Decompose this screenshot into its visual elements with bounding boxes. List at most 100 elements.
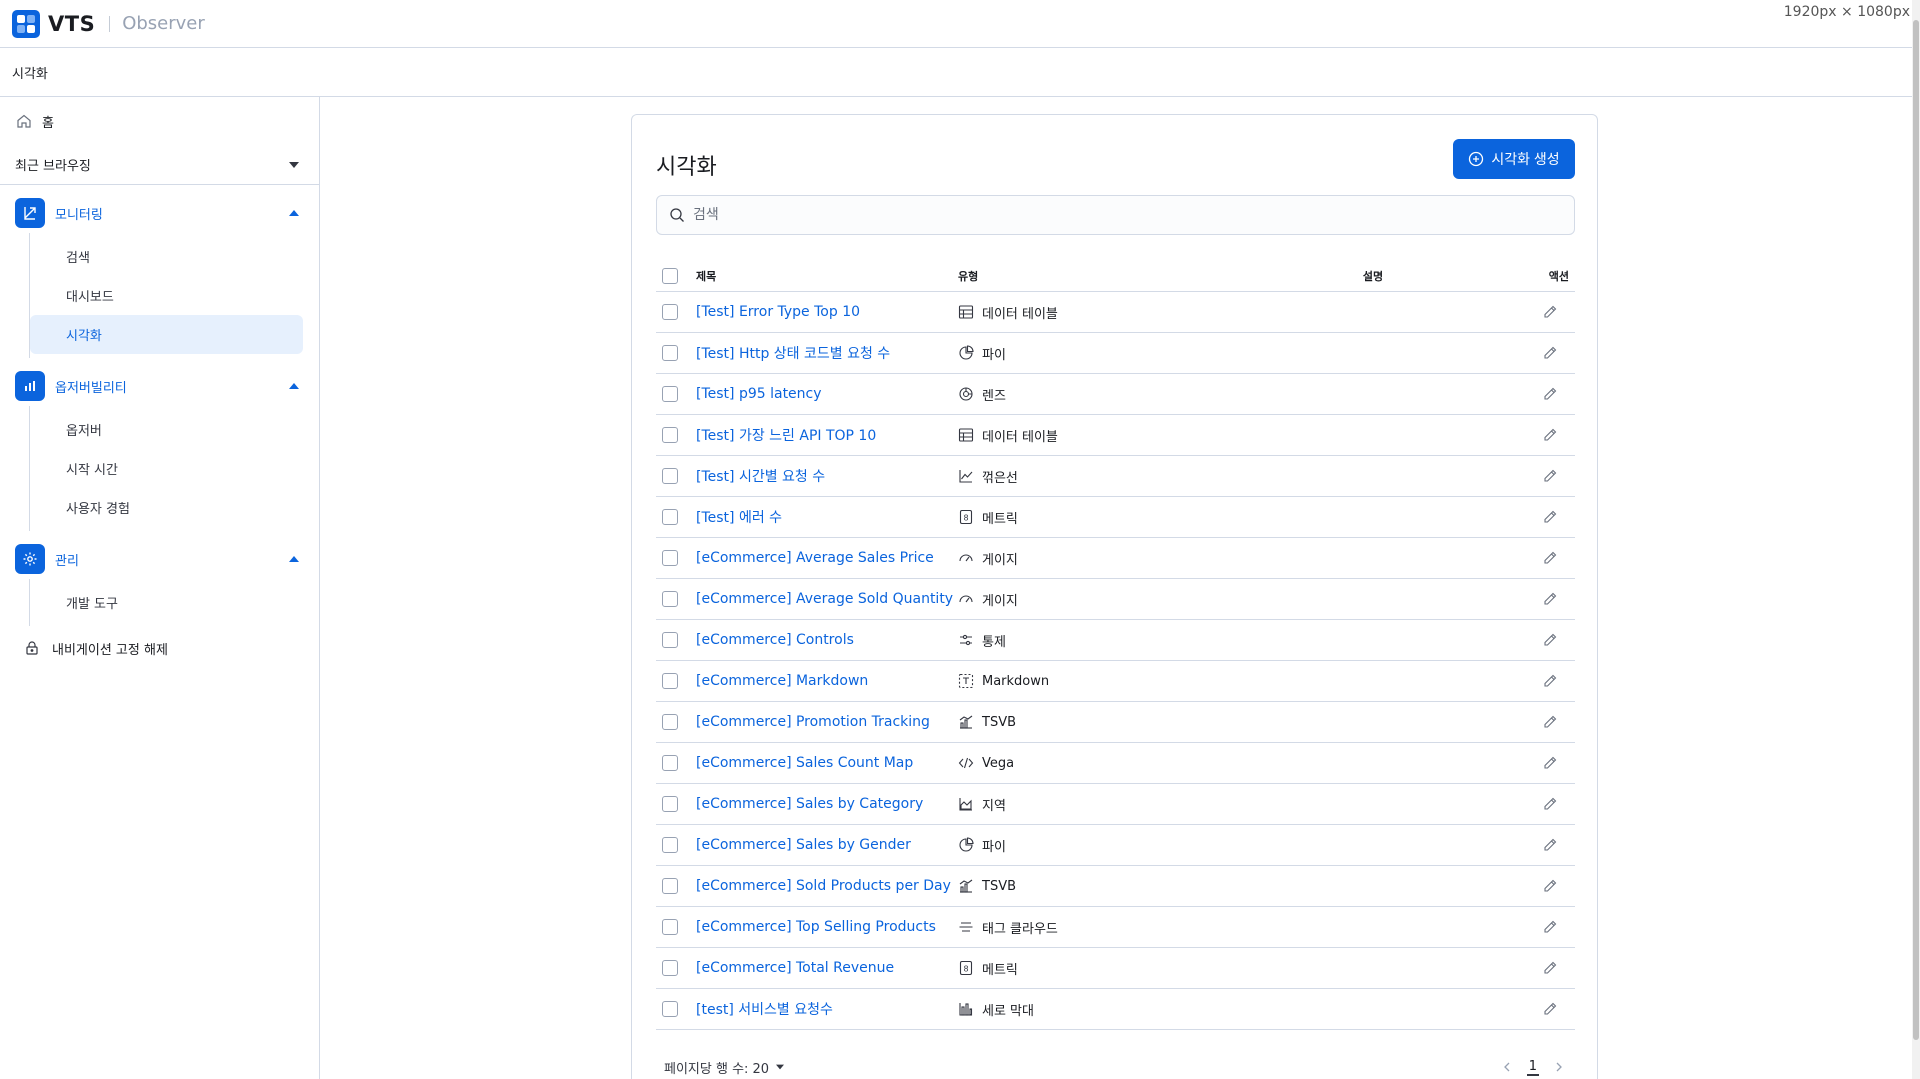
create-visualization-button[interactable]: 시각화 생성 [1453, 139, 1575, 179]
visualization-type-label: 게이지 [982, 593, 1018, 609]
row-checkbox[interactable] [662, 345, 678, 361]
sidebar-item-observer[interactable]: 옵저버 [30, 410, 303, 449]
pencil-icon[interactable] [1542, 796, 1558, 812]
search-input[interactable] [693, 207, 1553, 223]
visualization-title-link[interactable]: [test] 서비스별 요청수 [696, 1002, 833, 1018]
pencil-icon[interactable] [1542, 878, 1558, 894]
chevron-left-icon[interactable] [1501, 1061, 1513, 1073]
pencil-icon[interactable] [1542, 919, 1558, 935]
row-checkbox[interactable] [662, 427, 678, 443]
sidebar-item-dev-tools[interactable]: 개발 도구 [30, 583, 303, 622]
pencil-icon[interactable] [1542, 960, 1558, 976]
row-checkbox[interactable] [662, 591, 678, 607]
visualization-title-link[interactable]: [eCommerce] Controls [696, 632, 854, 648]
pencil-icon[interactable] [1542, 509, 1558, 525]
select-all-checkbox[interactable] [662, 267, 678, 284]
area-icon [959, 798, 972, 811]
pencil-icon[interactable] [1542, 673, 1558, 689]
pencil-icon[interactable] [1542, 386, 1558, 402]
visualization-title-link[interactable]: [eCommerce] Sold Products per Day [696, 878, 951, 894]
table-row: [eCommerce] Promotion Tracking TSVB [656, 702, 1575, 743]
sidebar-section-monitoring[interactable]: 모니터링 [0, 193, 319, 233]
app-name[interactable]: VTS [48, 12, 95, 36]
row-checkbox[interactable] [662, 1001, 678, 1017]
visualization-title-link[interactable]: [Test] 에러 수 [696, 510, 782, 526]
visualization-title-link[interactable]: [eCommerce] Promotion Tracking [696, 714, 930, 730]
sidebar-item-dashboard[interactable]: 대시보드 [30, 276, 303, 315]
scrollbar-thumb[interactable] [1913, 20, 1919, 1040]
search-box [656, 195, 1575, 235]
pencil-icon[interactable] [1542, 714, 1558, 730]
row-checkbox[interactable] [662, 796, 678, 812]
pie-icon [959, 837, 974, 852]
visualization-title-link[interactable]: [eCommerce] Top Selling Products [696, 919, 936, 935]
pencil-icon[interactable] [1542, 468, 1558, 484]
visualization-type-label: 메트릭 [982, 962, 1018, 978]
row-checkbox[interactable] [662, 714, 678, 730]
row-checkbox[interactable] [662, 919, 678, 935]
row-checkbox[interactable] [662, 878, 678, 894]
row-checkbox[interactable] [662, 304, 678, 320]
sidebar-item-search[interactable]: 검색 [30, 237, 303, 276]
visualization-title-link[interactable]: [Test] p95 latency [696, 386, 822, 402]
visualization-type-label: Vega [982, 755, 1015, 771]
row-checkbox[interactable] [662, 837, 678, 853]
vts-logo-icon[interactable] [12, 9, 40, 38]
row-checkbox[interactable] [662, 468, 678, 484]
caret-up-icon [289, 383, 299, 389]
column-header-title[interactable]: 제목 [696, 268, 958, 284]
table-row: [test] 서비스별 요청수 세로 막대 [656, 989, 1575, 1030]
pencil-icon[interactable] [1542, 755, 1558, 771]
table-row: [eCommerce] Sold Products per Day TSVB [656, 866, 1575, 907]
row-checkbox[interactable] [662, 386, 678, 402]
pagination: 1 [1501, 1059, 1575, 1076]
sidebar-item-home[interactable]: 홈 [0, 97, 319, 145]
pencil-icon[interactable] [1542, 550, 1558, 566]
unlock-navigation-label: 내비게이션 고정 해제 [52, 642, 168, 658]
pencil-icon[interactable] [1542, 837, 1558, 853]
visualization-title-link[interactable]: [Test] 가장 느린 API TOP 10 [696, 428, 876, 444]
tsvb-icon [959, 715, 973, 729]
table-row: [eCommerce] Sales by Category 지역 [656, 784, 1575, 825]
unlock-navigation-button[interactable]: 내비게이션 고정 해제 [0, 628, 319, 668]
column-header-type[interactable]: 유형 [958, 268, 1221, 284]
page-scrollbar[interactable] [1912, 0, 1920, 1079]
caret-down-icon [776, 1064, 785, 1070]
gear-icon [15, 544, 45, 574]
row-checkbox[interactable] [662, 960, 678, 976]
sidebar-section-observability[interactable]: 옵저버빌리티 [0, 366, 319, 406]
visualization-title-link[interactable]: [Test] Http 상태 코드별 요청 수 [696, 346, 890, 362]
visualization-title-link[interactable]: [Test] Error Type Top 10 [696, 304, 860, 320]
visualize-panel: 시각화 시각화 생성 제목 유형 설명 액션 [Test] Error Type… [631, 114, 1598, 1079]
page-number[interactable]: 1 [1526, 1059, 1539, 1076]
visualization-title-link[interactable]: [eCommerce] Markdown [696, 673, 868, 689]
visualization-title-link[interactable]: [Test] 시간별 요청 수 [696, 469, 825, 485]
visualization-title-link[interactable]: [eCommerce] Average Sold Quantity [696, 591, 953, 607]
pencil-icon[interactable] [1542, 345, 1558, 361]
sidebar-item-start-time[interactable]: 시작 시간 [30, 449, 303, 488]
row-checkbox[interactable] [662, 755, 678, 771]
visualization-title-link[interactable]: [eCommerce] Total Revenue [696, 960, 894, 976]
pencil-icon[interactable] [1542, 1001, 1558, 1017]
sidebar-item-visualize[interactable]: 시각화 [30, 315, 303, 354]
visualization-title-link[interactable]: [eCommerce] Sales by Gender [696, 837, 911, 853]
row-checkbox[interactable] [662, 509, 678, 525]
sidebar-section-label: 모니터링 [55, 207, 103, 223]
chevron-right-icon[interactable] [1553, 1061, 1565, 1073]
visualization-title-link[interactable]: [eCommerce] Sales by Category [696, 796, 923, 812]
pencil-icon[interactable] [1542, 427, 1558, 443]
sidebar-item-user-experience[interactable]: 사용자 경험 [30, 488, 303, 527]
row-checkbox[interactable] [662, 673, 678, 689]
row-checkbox[interactable] [662, 550, 678, 566]
visualization-title-link[interactable]: [eCommerce] Sales Count Map [696, 755, 913, 771]
pencil-icon[interactable] [1542, 304, 1558, 320]
rows-per-page-select[interactable]: 페이지당 행 수: 20 [656, 1058, 785, 1077]
recent-browsing-toggle[interactable]: 최근 브라우징 [0, 145, 319, 185]
visualization-type-label: 꺾은선 [982, 470, 1018, 486]
app-subtitle: Observer [122, 13, 205, 34]
row-checkbox[interactable] [662, 632, 678, 648]
pencil-icon[interactable] [1542, 591, 1558, 607]
sidebar-section-management[interactable]: 관리 [0, 539, 319, 579]
pencil-icon[interactable] [1542, 632, 1558, 648]
visualization-title-link[interactable]: [eCommerce] Average Sales Price [696, 550, 934, 566]
